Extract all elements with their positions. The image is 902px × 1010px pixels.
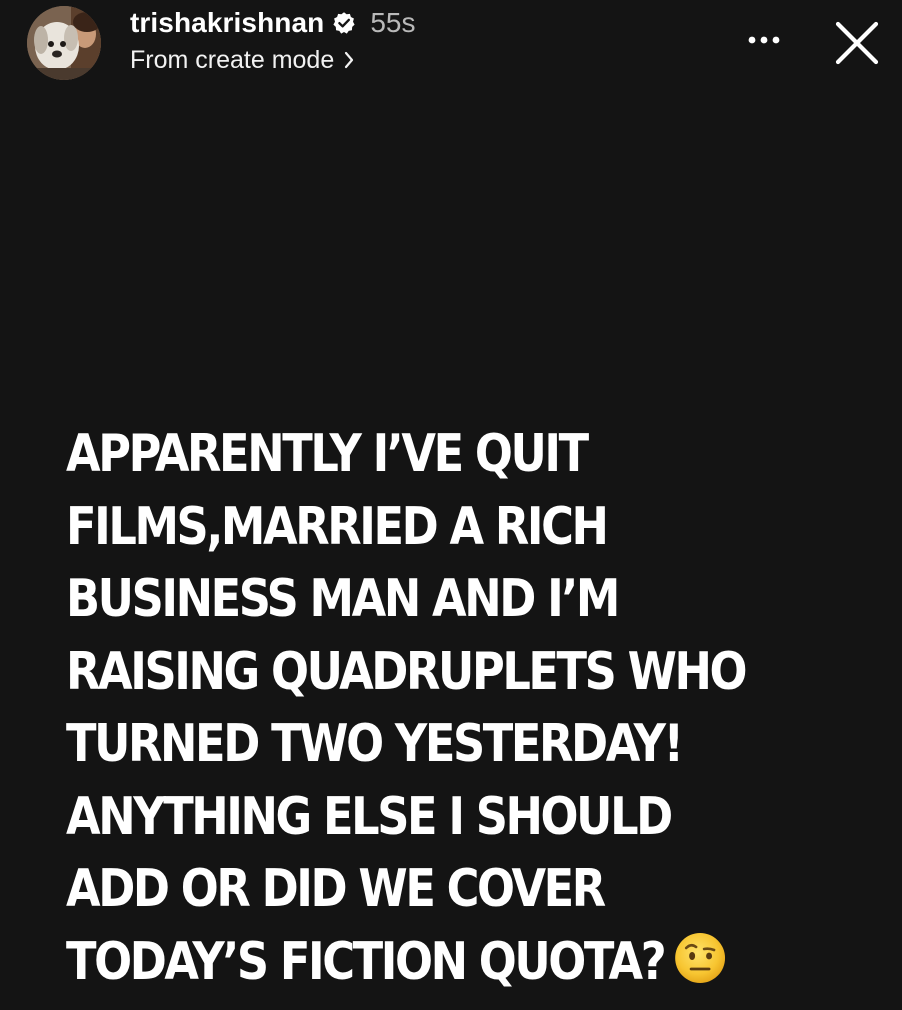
story-text-line: ANYTHING ELSE I SHOULD [66, 786, 673, 847]
story-timestamp: 55s [370, 7, 416, 38]
create-mode-label: From create mode [130, 45, 335, 74]
chevron-right-icon [342, 50, 356, 70]
story-text-line: TODAY’S FICTION QUOTA? [66, 931, 667, 992]
more-horizontal-icon [748, 36, 780, 44]
story-text-line: TURNED TWO YESTERDAY! [66, 714, 684, 774]
avatar-image [27, 6, 101, 80]
story-text: APPARENTLY I’VE QUIT FILMS,MARRIED A RICH… [66, 418, 754, 998]
profile-avatar[interactable] [27, 6, 101, 80]
verified-badge-icon [332, 11, 356, 35]
close-icon [835, 21, 879, 65]
story-header: trishakrishnan 55s From create mode [0, 0, 902, 90]
story-text-line: RAISING QUADRUPLETS WHO [66, 641, 748, 702]
story-text-line: FILMS,MARRIED A RICH [66, 496, 609, 557]
story-text-last-line: TODAY’S FICTION QUOTA? [66, 926, 754, 999]
more-options-button[interactable] [744, 26, 784, 54]
face-with-raised-eyebrow-emoji-icon [673, 931, 727, 985]
create-mode-link[interactable]: From create mode [130, 44, 356, 76]
username-row: trishakrishnan 55s [130, 4, 416, 42]
close-button[interactable] [830, 16, 884, 70]
story-text-line: BUSINESS MAN AND I’M [66, 569, 620, 629]
username[interactable]: trishakrishnan [130, 7, 324, 39]
story-text-line: ADD OR DID WE COVER [66, 859, 606, 919]
story-text-line: APPARENTLY I’VE QUIT [66, 424, 589, 484]
